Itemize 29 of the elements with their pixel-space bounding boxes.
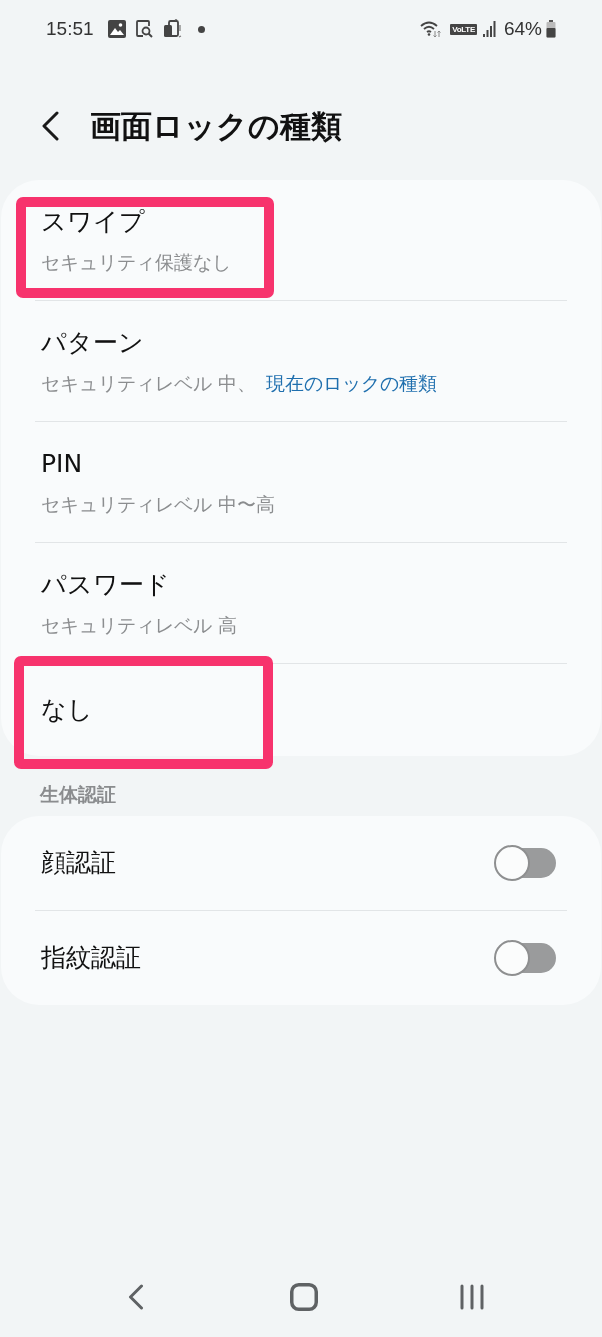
page-title: 画面ロックの種類: [90, 107, 342, 146]
lock-type-title[interactable]: なし: [41, 694, 93, 726]
section-heading: 生体認証: [40, 783, 116, 805]
home-icon[interactable]: [290, 1283, 318, 1311]
recent-apps-icon[interactable]: [460, 1284, 484, 1310]
image-icon: [107, 20, 126, 38]
volte-indicator: VoLTE: [450, 23, 477, 35]
lock-type-description: セキュリティレベル 中〜高: [41, 492, 276, 517]
battery-icon: [546, 20, 556, 38]
lock-type-description: セキュリティレベル 中、: [41, 371, 257, 396]
current-lock-label: 現在のロックの種類: [266, 371, 438, 396]
battery-percentage: 64%: [503, 17, 542, 41]
back-icon[interactable]: [40, 111, 60, 141]
signal-icon: [482, 21, 496, 37]
document-search-icon: [135, 20, 153, 38]
toggle-switch[interactable]: [494, 845, 556, 881]
biometric-label[interactable]: 指紋認証: [41, 940, 141, 976]
phone-arrows-icon: [162, 19, 182, 39]
wifi-icon: [420, 20, 443, 38]
biometric-label[interactable]: 顔認証: [41, 845, 116, 881]
lock-type-title[interactable]: パターン: [41, 327, 144, 359]
lock-type-description: セキュリティレベル 高: [41, 613, 238, 638]
lock-type-description: セキュリティ保護なし: [41, 250, 231, 275]
notification-dot-icon: [197, 25, 205, 33]
lock-type-title[interactable]: PIN: [41, 448, 83, 480]
lock-type-title[interactable]: スワイプ: [41, 206, 145, 238]
toggle-switch[interactable]: [494, 940, 556, 976]
status-time: 15:51: [46, 17, 94, 41]
lock-type-title[interactable]: パスワード: [41, 569, 170, 601]
